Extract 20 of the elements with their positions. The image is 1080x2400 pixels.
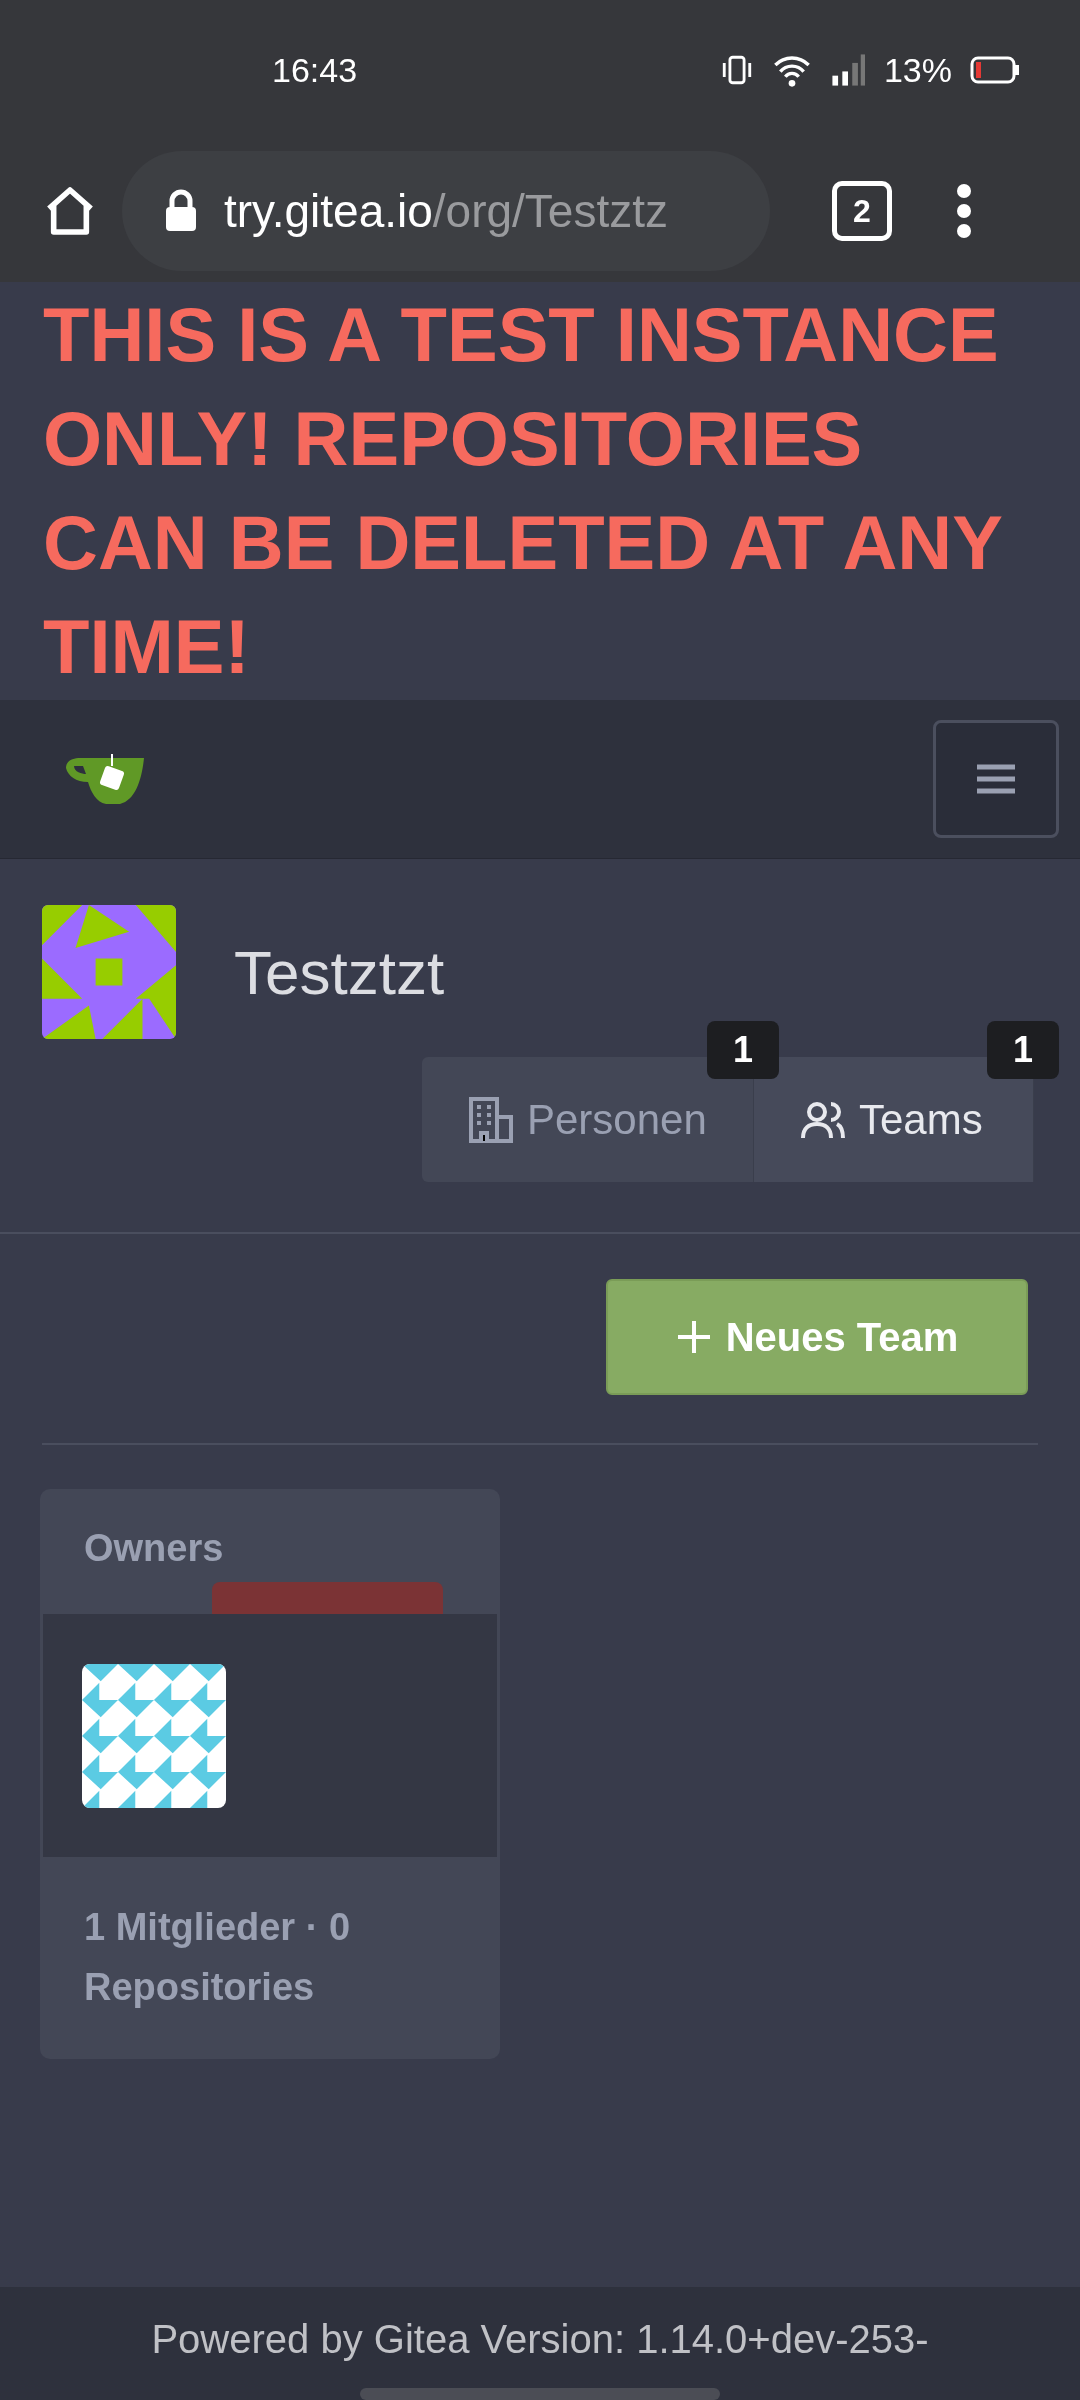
more-icon[interactable]: [954, 183, 974, 239]
org-name: Testztzt: [234, 936, 445, 1008]
clock: 16:43: [272, 50, 358, 90]
building-icon: [467, 1094, 515, 1145]
team-summary: 1 Mitglieder · 0 Repositories: [83, 1905, 352, 2010]
plus-icon: [675, 1319, 712, 1355]
people-icon: [799, 1099, 847, 1140]
battery-percent: 13%: [883, 50, 952, 90]
count-badge: 1: [706, 1021, 779, 1079]
battery-icon: [970, 56, 1020, 84]
footer-version: Powered by Gitea Version: 1.14.0+dev-253-: [151, 2317, 929, 2362]
signal-icon: [829, 53, 866, 87]
test-instance-warning: THIS IS A TEST INSTANCE ONLY! REPOSITORIES CAN BE DELETED AT ANY TIME!: [43, 291, 1003, 691]
address-bar[interactable]: try.gitea.io/org/Testztz: [122, 151, 770, 271]
lock-icon: [164, 189, 198, 233]
menu-button[interactable]: [933, 720, 1059, 838]
tab-count[interactable]: 2: [832, 181, 892, 241]
team-name[interactable]: Owners: [84, 1527, 224, 1569]
count-badge: 1: [986, 1021, 1059, 1079]
menu-icon: [977, 764, 1015, 794]
